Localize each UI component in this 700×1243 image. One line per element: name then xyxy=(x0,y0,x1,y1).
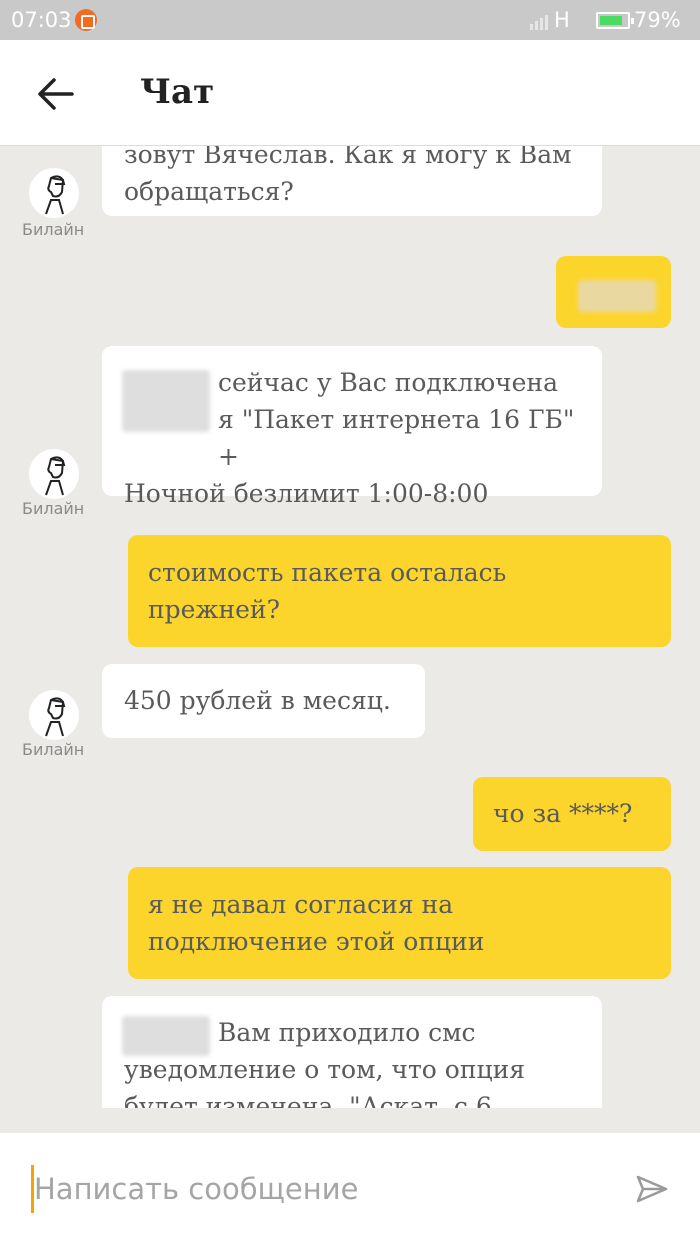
back-button[interactable] xyxy=(30,70,80,118)
beeline-avatar-icon xyxy=(45,697,66,737)
battery-level: 79% xyxy=(634,8,681,32)
send-button[interactable] xyxy=(632,1169,672,1209)
outgoing-message: стоимость пакета осталась прежней? xyxy=(128,535,671,647)
redacted-text xyxy=(122,370,210,432)
message-line: обращаться? xyxy=(124,177,294,206)
message-line: я не давал согласия на xyxy=(148,890,454,919)
screenshot-notification-icon xyxy=(75,9,97,31)
redacted-text xyxy=(578,280,656,312)
incoming-message: 450 рублей в месяц. xyxy=(102,664,425,738)
signal-icon xyxy=(530,12,552,30)
beeline-avatar xyxy=(29,449,79,499)
message-line: будет изменена. "Аскат, с 6 xyxy=(124,1092,492,1108)
beeline-avatar-icon xyxy=(45,175,66,215)
message-text: чо за ****? xyxy=(493,799,633,828)
message-line: зовут Вячеслав. Как я могу к Вам xyxy=(124,146,572,169)
redacted-text xyxy=(122,1016,210,1056)
beeline-avatar xyxy=(29,690,79,740)
status-bar: 07:03 H 79% xyxy=(0,0,700,40)
message-line: Ночной безлимит 1:00-8:00 xyxy=(124,479,489,508)
beeline-avatar-icon xyxy=(45,456,66,496)
back-arrow-icon xyxy=(38,78,74,110)
send-icon xyxy=(636,1175,668,1203)
outgoing-message xyxy=(556,256,671,328)
avatar-label: Билайн xyxy=(22,499,85,518)
network-type: H xyxy=(554,8,570,32)
message-composer xyxy=(0,1133,700,1243)
chat-header: Чат xyxy=(0,40,700,146)
outgoing-message: чо за ****? xyxy=(473,777,671,851)
status-time: 07:03 xyxy=(11,8,72,32)
page-title: Чат xyxy=(140,72,215,112)
incoming-message: сейчас у Вас подключена я "Пакет интерне… xyxy=(102,346,602,508)
avatar-label: Билайн xyxy=(22,220,85,239)
outgoing-message: я не давал согласия на подключение этой … xyxy=(128,867,671,979)
message-input[interactable] xyxy=(34,1161,594,1217)
battery-icon xyxy=(596,12,634,29)
message-line: стоимость пакета осталась xyxy=(148,558,507,587)
incoming-message: зовут Вячеслав. Как я могу к Вам обращат… xyxy=(102,146,602,216)
message-line: подключение этой опции xyxy=(148,927,485,956)
message-text: 450 рублей в месяц. xyxy=(124,686,391,715)
message-line: уведомление о том, что опция xyxy=(124,1055,526,1084)
message-line: прежней? xyxy=(148,595,280,624)
incoming-message: Вам приходило смс уведомление о том, что… xyxy=(102,996,602,1108)
message-list: зовут Вячеслав. Как я могу к Вам обращат… xyxy=(0,146,700,1108)
avatar-label: Билайн xyxy=(22,740,85,759)
beeline-avatar xyxy=(29,168,79,218)
